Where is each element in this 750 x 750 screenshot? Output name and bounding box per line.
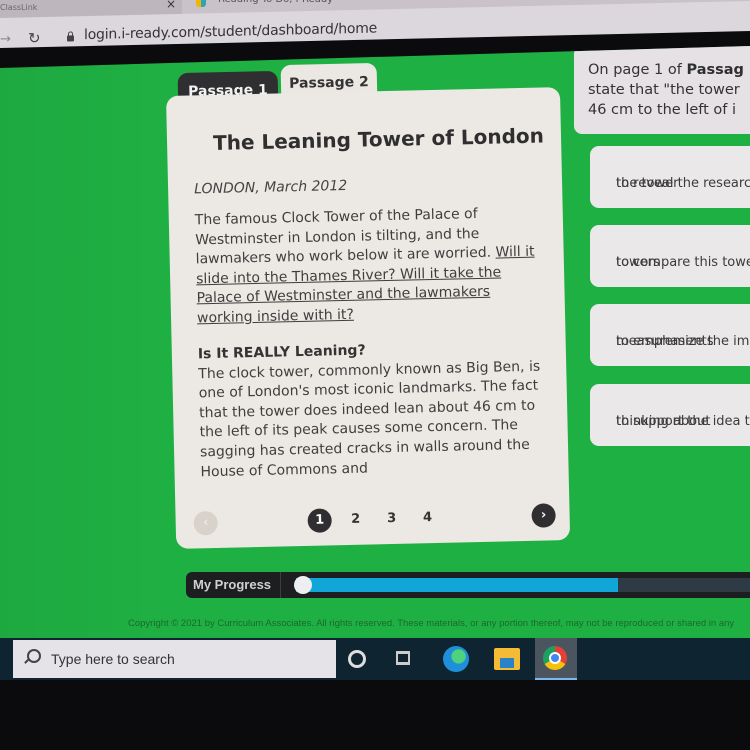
passage-paragraph: The famous Clock Tower of the Palace of … xyxy=(195,203,548,328)
progress-bar: My Progress xyxy=(186,572,750,598)
question-prefix: On page 1 of xyxy=(588,62,687,78)
progress-fill xyxy=(296,578,618,592)
close-tab-icon[interactable]: × xyxy=(166,0,176,11)
windows-taskbar: Type here to search xyxy=(0,638,750,680)
taskbar-search-box[interactable]: Type here to search xyxy=(13,640,336,678)
progress-label: My Progress xyxy=(193,577,272,592)
answer-option-1[interactable]: to reveal the researc the tower xyxy=(590,146,750,208)
search-icon xyxy=(27,649,41,663)
tab-title: ClassLink xyxy=(0,3,38,12)
passage-card: The Leaning Tower of London LONDON, Marc… xyxy=(166,87,571,549)
cortana-icon[interactable] xyxy=(348,650,366,668)
passage-section: Is It REALLY Leaning? The clock tower, c… xyxy=(198,337,551,482)
question-panel: On page 1 of Passag state that "the towe… xyxy=(574,46,750,134)
answer-option-2[interactable]: to compare this towe towers xyxy=(590,225,750,287)
search-placeholder: Type here to search xyxy=(51,651,175,667)
question-line-3: 46 cm to the left of i xyxy=(588,102,737,118)
iready-favicon-icon xyxy=(196,0,206,7)
answer-option-3[interactable]: to emphasize the im measurements xyxy=(590,304,750,366)
page-4-button[interactable]: 4 xyxy=(415,506,440,531)
chevron-right-icon[interactable]: › xyxy=(531,503,556,528)
divider xyxy=(280,572,281,598)
file-explorer-icon[interactable] xyxy=(494,648,520,670)
page-navigation: ‹ 1 2 3 4 › xyxy=(175,503,570,542)
tab-title: Reading To Do, i-Ready xyxy=(218,0,333,5)
edge-icon[interactable] xyxy=(443,646,469,672)
page-2-button[interactable]: 2 xyxy=(343,508,368,533)
question-line-2: state that "the tower xyxy=(588,82,740,98)
paragraph-text: The famous Clock Tower of the Palace of … xyxy=(194,205,496,268)
lock-icon[interactable] xyxy=(67,35,74,42)
taskbar-chrome-button[interactable] xyxy=(535,638,577,680)
passage-title: The Leaning Tower of London xyxy=(212,123,545,155)
chevron-left-icon[interactable]: ‹ xyxy=(193,510,218,536)
question-text: On page 1 of Passag state that "the towe… xyxy=(588,60,750,120)
progress-track xyxy=(296,578,750,592)
background-shade xyxy=(0,46,180,640)
copyright-notice: Copyright © 2021 by Curriculum Associate… xyxy=(128,618,735,629)
chrome-icon xyxy=(543,646,567,670)
answer-option-4[interactable]: to support the idea t thinking about xyxy=(590,384,750,446)
forward-icon[interactable]: → xyxy=(0,32,11,47)
page-3-button[interactable]: 3 xyxy=(379,507,404,532)
iready-lesson-area: Passage 1 Passage 2 The Leaning Tower of… xyxy=(0,46,750,640)
progress-knob xyxy=(294,576,312,594)
reload-icon[interactable]: ↻ xyxy=(28,29,41,47)
dateline: LONDON, March 2012 xyxy=(193,177,348,198)
question-passage-ref: Passag xyxy=(686,62,744,78)
page-1-button[interactable]: 1 xyxy=(307,508,332,533)
section-text: The clock tower, commonly known as Big B… xyxy=(198,358,541,480)
url-field[interactable]: login.i-ready.com/student/dashboard/home xyxy=(84,20,377,43)
task-view-icon[interactable] xyxy=(396,651,410,665)
